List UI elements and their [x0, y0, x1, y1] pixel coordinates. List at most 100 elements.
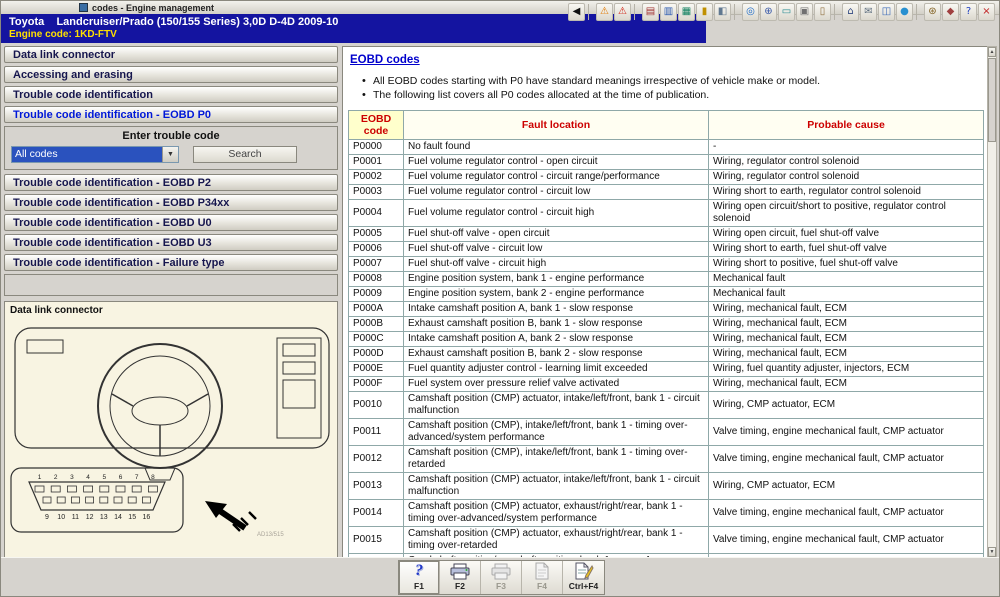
fkey-button-F2[interactable]: F2: [440, 561, 481, 594]
sidebar-item[interactable]: Trouble code identification - EOBD U3: [4, 234, 338, 251]
toolbar-separator: [588, 4, 593, 20]
cell-fault: Fuel quantity adjuster control - learnin…: [404, 362, 709, 377]
connector-pins-bottom: [43, 497, 150, 503]
toolbar-separator: [834, 4, 839, 20]
cell-cause: Mechanical fault: [709, 287, 984, 302]
fkey-button-F4: F4: [522, 561, 563, 594]
cell-fault: Camshaft position (CMP), intake/left/fro…: [404, 446, 709, 473]
info-bullet: All EOBD codes starting with P0 have sta…: [362, 74, 984, 88]
cell-code: P0007: [349, 257, 404, 272]
cell-fault: Camshaft position (CMP) actuator, exhaus…: [404, 500, 709, 527]
cell-cause: Valve timing, engine mechanical fault, C…: [709, 446, 984, 473]
home-icon[interactable]: ⌂: [842, 3, 859, 21]
code-row: P000DExhaust camshaft position B, bank 2…: [349, 347, 984, 362]
code-row: P0004Fuel volume regulator control - cir…: [349, 200, 984, 227]
service-manual-icon[interactable]: ▤: [642, 3, 659, 21]
sidebar-item[interactable]: Trouble code identification - EOBD U0: [4, 214, 338, 231]
info-bullets: All EOBD codes starting with P0 have sta…: [362, 74, 984, 102]
code-row: P0010Camshaft position (CMP) actuator, i…: [349, 392, 984, 419]
nav-back-icon[interactable]: ◀: [568, 3, 585, 21]
cell-cause: Wiring, regulator control solenoid: [709, 170, 984, 185]
table-header: EOBD code: [349, 111, 404, 140]
lock-icon[interactable]: ◆: [942, 3, 959, 21]
components-icon[interactable]: ◧: [714, 3, 731, 21]
cell-code: P0010: [349, 392, 404, 419]
info-bullet: The following list covers all P0 codes a…: [362, 88, 984, 102]
wiring-diagram-icon[interactable]: ▦: [678, 3, 695, 21]
code-row: P000FFuel system over pressure relief va…: [349, 377, 984, 392]
clipboard-icon[interactable]: ▯: [814, 3, 831, 21]
diagram-title: Data link connector: [10, 305, 103, 316]
code-row: P000EFuel quantity adjuster control - le…: [349, 362, 984, 377]
cell-cause: Wiring short to earth, regulator control…: [709, 185, 984, 200]
sidebar-item[interactable]: Trouble code identification - EOBD P0: [4, 106, 338, 123]
cell-fault: Camshaft position (CMP), intake/left/fro…: [404, 419, 709, 446]
cell-code: P0012: [349, 446, 404, 473]
code-row: P0014Camshaft position (CMP) actuator, e…: [349, 500, 984, 527]
svg-text:6: 6: [119, 474, 123, 481]
exit-icon[interactable]: ×: [978, 3, 995, 21]
page-title: EOBD codes: [350, 54, 984, 66]
scroll-down-icon[interactable]: ▼: [988, 547, 996, 557]
fuses-icon[interactable]: ▮: [696, 3, 713, 21]
scrollbar-thumb[interactable]: [988, 58, 996, 142]
svg-text:2: 2: [54, 474, 58, 481]
fkey-label: F2: [455, 581, 465, 591]
cell-code: P0013: [349, 473, 404, 500]
search-icon[interactable]: ⊕: [760, 3, 777, 21]
help-icon[interactable]: ?: [960, 3, 977, 21]
scroll-up-icon[interactable]: ▲: [988, 47, 996, 57]
sidebar-item[interactable]: Trouble code identification - EOBD P2: [4, 174, 338, 191]
cell-code: P0003: [349, 185, 404, 200]
code-row: P0002Fuel volume regulator control - cir…: [349, 170, 984, 185]
mail-icon[interactable]: ✉: [860, 3, 877, 21]
fkey-label: F4: [537, 581, 547, 591]
code-row: P0011Camshaft position (CMP), intake/lef…: [349, 419, 984, 446]
print-list-icon: [490, 563, 512, 580]
pin-numbers-top: 12345678: [38, 474, 155, 481]
code-row: P0005Fuel shut-off valve - open circuitW…: [349, 227, 984, 242]
save-icon[interactable]: ◫: [878, 3, 895, 21]
app-window: codes - Engine management Toyota Landcru…: [0, 0, 1000, 597]
sidebar-item[interactable]: Accessing and erasing: [4, 66, 338, 83]
fkey-button-Ctrl+F4[interactable]: Ctrl+F4: [563, 561, 604, 594]
toolbar-separator: [634, 4, 639, 20]
settings-icon[interactable]: ⊛: [924, 3, 941, 21]
svg-text:12: 12: [86, 514, 94, 521]
code-row: P0009Engine position system, bank 2 - en…: [349, 287, 984, 302]
globe-icon[interactable]: ◎: [742, 3, 759, 21]
monitor-icon[interactable]: ▭: [778, 3, 795, 21]
cell-fault: Camshaft position (CMP) actuator, intake…: [404, 473, 709, 500]
chevron-down-icon[interactable]: ▼: [162, 147, 178, 162]
cell-fault: Exhaust camshaft position B, bank 1 - sl…: [404, 317, 709, 332]
cell-cause: -: [709, 140, 984, 155]
cell-fault: Fuel volume regulator control - circuit …: [404, 170, 709, 185]
info-icon[interactable]: ●: [896, 3, 913, 21]
grid-icon[interactable]: ▣: [796, 3, 813, 21]
search-button[interactable]: Search: [193, 146, 297, 163]
cell-cause: Wiring open circuit, fuel shut-off valve: [709, 227, 984, 242]
svg-text:9: 9: [45, 514, 49, 521]
main-content: EOBD codes All EOBD codes starting with …: [342, 46, 988, 558]
sidebar-item[interactable]: Trouble code identification: [4, 86, 338, 103]
cell-cause: Valve timing, engine mechanical fault, C…: [709, 419, 984, 446]
cell-code: P000F: [349, 377, 404, 392]
cell-fault: Fuel volume regulator control - circuit …: [404, 200, 709, 227]
sidebar: Data link connector Accessing and erasing…: [4, 46, 338, 296]
cell-code: P000B: [349, 317, 404, 332]
vertical-scrollbar[interactable]: ▲ ▼: [987, 46, 997, 558]
fkey-label: F1: [414, 581, 424, 591]
sidebar-empty-panel: [4, 274, 338, 296]
cell-code: P0005: [349, 227, 404, 242]
alert-triangle-icon[interactable]: ⚠: [614, 3, 631, 21]
warning-triangle-icon[interactable]: ⚠: [596, 3, 613, 21]
cell-fault: Engine position system, bank 2 - engine …: [404, 287, 709, 302]
sidebar-item[interactable]: Data link connector: [4, 46, 338, 63]
cell-cause: Wiring, regulator control solenoid: [709, 155, 984, 170]
bulletins-icon[interactable]: ▥: [660, 3, 677, 21]
code-filter-dropdown[interactable]: All codes ▼: [11, 146, 179, 163]
sidebar-item[interactable]: Trouble code identification - EOBD P34xx: [4, 194, 338, 211]
svg-text:4: 4: [86, 474, 90, 481]
sidebar-item[interactable]: Trouble code identification - Failure ty…: [4, 254, 338, 271]
fkey-button-F1[interactable]: ?F1: [399, 561, 440, 594]
